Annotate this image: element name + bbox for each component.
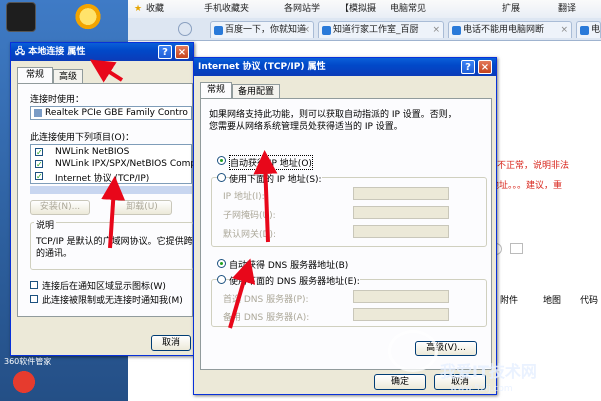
arrow-auto-dns [228,258,256,329]
arrow-title [89,59,124,83]
arrow-auto-ip [253,150,278,243]
watermark-url: www.52ij.com [450,384,513,394]
watermark-logo-icon [388,330,438,372]
arrow-tcpip-item [101,176,126,249]
annotation-arrows [89,59,278,329]
watermark-title: 我爱IT技术网 [440,362,537,381]
